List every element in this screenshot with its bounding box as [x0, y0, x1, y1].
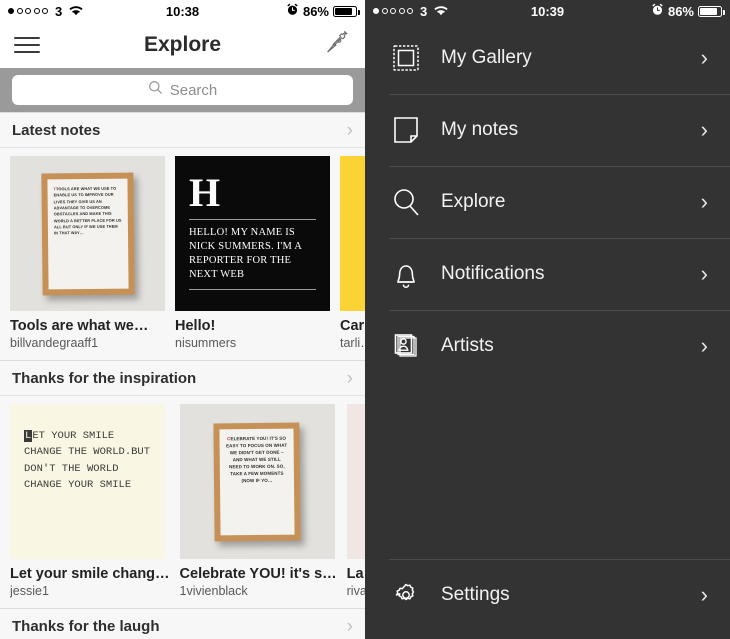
artist-cards-icon — [389, 330, 423, 362]
note-title: Celebrate YOU! it's s… — [179, 566, 337, 582]
search-bar-container: Search — [0, 68, 365, 112]
note-author: tarli… — [340, 336, 365, 350]
note-author: billvandegraaff1 — [10, 336, 99, 350]
section-header-inspiration[interactable]: Thanks for the inspiration › — [0, 360, 365, 396]
note-thumbnail: TTOOLS ARE WHAT WE USE TO ENABLE US TO I… — [10, 156, 165, 311]
card-row-latest-notes: TTOOLS ARE WHAT WE USE TO ENABLE US TO I… — [0, 148, 365, 360]
chevron-right-icon: › — [700, 117, 708, 142]
note-author: 1vivienblack — [179, 584, 248, 598]
drawer-item-notifications[interactable]: Notifications › — [365, 238, 730, 310]
note-title: Tools are what we… — [10, 318, 149, 334]
drawer-item-my-gallery[interactable]: My Gallery › — [365, 22, 730, 94]
search-icon — [148, 80, 163, 100]
poster-text: CELEBRATE YOU! IT'S SO EASY TO FOCUS ON … — [226, 435, 289, 484]
note-thumbnail — [346, 404, 365, 559]
section-title: Thanks for the inspiration — [12, 369, 197, 387]
status-bar-right: 86% — [548, 3, 725, 19]
status-bar-right: 86% — [183, 3, 360, 19]
note-card[interactable]: CELEBRATE YOU! IT'S SO EASY TO FOCUS ON … — [179, 404, 337, 598]
explore-screen: 3 10:38 86% Explore Search Latest notes … — [0, 0, 365, 639]
note-card[interactable]: LET YOUR SMILE CHANGE THE WORLD.BUT DON'T … — [10, 404, 170, 598]
chevron-right-icon: › — [700, 261, 708, 286]
chevron-right-icon: › — [346, 367, 353, 389]
chevron-right-icon: › — [700, 189, 708, 214]
hamburger-menu-icon[interactable] — [14, 37, 40, 53]
note-title: Let your smile chang… — [10, 566, 170, 582]
note-card[interactable]: Car… tarli… — [340, 156, 365, 350]
poster-line-1: ET YOUR SMILE — [32, 430, 115, 442]
note-author: jessie1 — [10, 584, 49, 598]
note-thumbnail: H HELLO! MY NAME IS NICK SUMMERS. I'M A … — [175, 156, 330, 311]
note-thumbnail: LET YOUR SMILE CHANGE THE WORLD.BUT DON'T … — [10, 404, 165, 559]
drawer-item-settings[interactable]: Settings › — [365, 559, 730, 631]
section-header-latest-notes[interactable]: Latest notes › — [0, 112, 365, 148]
drawer-item-label: Explore — [441, 191, 506, 212]
battery-percent-label: 86% — [302, 3, 329, 19]
poster-body: ELEBRATE YOU! IT'S SO EASY TO FOCUS ON W… — [226, 435, 288, 483]
drawer-item-my-notes[interactable]: My notes › — [365, 94, 730, 166]
magnifier-icon — [389, 186, 423, 218]
poster-line-3: DON'T THE WORLD — [24, 462, 119, 475]
status-bar: 3 10:38 86% — [0, 0, 365, 22]
drawer-item-label: My notes — [441, 119, 519, 140]
navigation-bar: Explore — [0, 22, 365, 68]
poster-line-4: CHANGE YOUR SMILE — [24, 478, 132, 491]
explore-content[interactable]: Latest notes › TTOOLS ARE WHAT WE USE TO… — [0, 112, 365, 639]
note-card[interactable]: H HELLO! MY NAME IS NICK SUMMERS. I'M A … — [175, 156, 330, 350]
note-author: rivat… — [346, 584, 365, 598]
drawer-menu: My Gallery › My notes › Explore › Notifi… — [365, 22, 730, 606]
battery-percent-label: 86% — [667, 3, 694, 19]
poster-letter: H — [189, 170, 221, 215]
note-title: Hello! — [175, 318, 216, 334]
section-title: Thanks for the laugh — [12, 617, 160, 635]
alarm-clock-icon — [286, 3, 299, 19]
app-screenshot: 3 10:38 86% Explore Search Latest notes … — [0, 0, 730, 639]
note-title: Car… — [340, 318, 365, 334]
poster-text: LET YOUR SMILE CHANGE THE WORLD.BUT DON'T … — [24, 428, 151, 493]
alarm-clock-icon — [651, 3, 664, 19]
stamp-frame-icon — [389, 42, 423, 74]
section-title: Latest notes — [12, 121, 101, 139]
chevron-right-icon: › — [346, 119, 353, 141]
note-card[interactable]: La … rivat… — [346, 404, 365, 598]
poster-body: HELLO! MY NAME IS NICK SUMMERS. I'M A RE… — [189, 227, 302, 280]
note-thumbnail: CELEBRATE YOU! IT'S SO EASY TO FOCUS ON … — [179, 404, 335, 559]
page-title: Explore — [143, 33, 222, 56]
poster-body: TOOLS ARE WHAT WE USE TO ENABLE US TO IM… — [53, 185, 122, 236]
search-input[interactable]: Search — [12, 75, 353, 105]
drawer-item-artists[interactable]: Artists › — [365, 310, 730, 382]
gear-icon — [389, 579, 423, 611]
section-header-laugh[interactable]: Thanks for the laugh › — [0, 608, 365, 639]
status-bar: 3 10:39 86% — [365, 0, 730, 22]
search-placeholder: Search — [169, 81, 218, 99]
poster-line-2: CHANGE THE WORLD.BUT — [24, 446, 151, 459]
drawer-item-label: Settings — [441, 584, 510, 605]
chevron-right-icon: › — [700, 582, 708, 607]
drawer-item-label: My Gallery — [441, 47, 532, 68]
note-thumbnail — [340, 156, 365, 311]
note-page-icon — [389, 114, 423, 146]
card-row-inspiration: LET YOUR SMILE CHANGE THE WORLD.BUT DON'T … — [0, 396, 365, 608]
chevron-right-icon: › — [346, 615, 353, 637]
drawer-item-explore[interactable]: Explore › — [365, 166, 730, 238]
chevron-right-icon: › — [700, 45, 708, 70]
note-title: La … — [346, 566, 365, 582]
battery-icon — [698, 5, 725, 17]
drawer-item-label: Notifications — [441, 263, 545, 284]
note-card[interactable]: TTOOLS ARE WHAT WE USE TO ENABLE US TO I… — [10, 156, 165, 350]
drawer-item-label: Artists — [441, 335, 494, 356]
side-drawer-screen: 3 10:39 86% My Gallery › My notes › Expl… — [365, 0, 730, 639]
battery-icon — [333, 5, 360, 17]
chevron-right-icon: › — [700, 333, 708, 358]
poster-text: TTOOLS ARE WHAT WE USE TO ENABLE US TO I… — [53, 185, 122, 236]
note-author: nisummers — [175, 336, 237, 350]
bell-icon — [389, 258, 423, 290]
pen-nib-icon[interactable] — [324, 29, 351, 61]
